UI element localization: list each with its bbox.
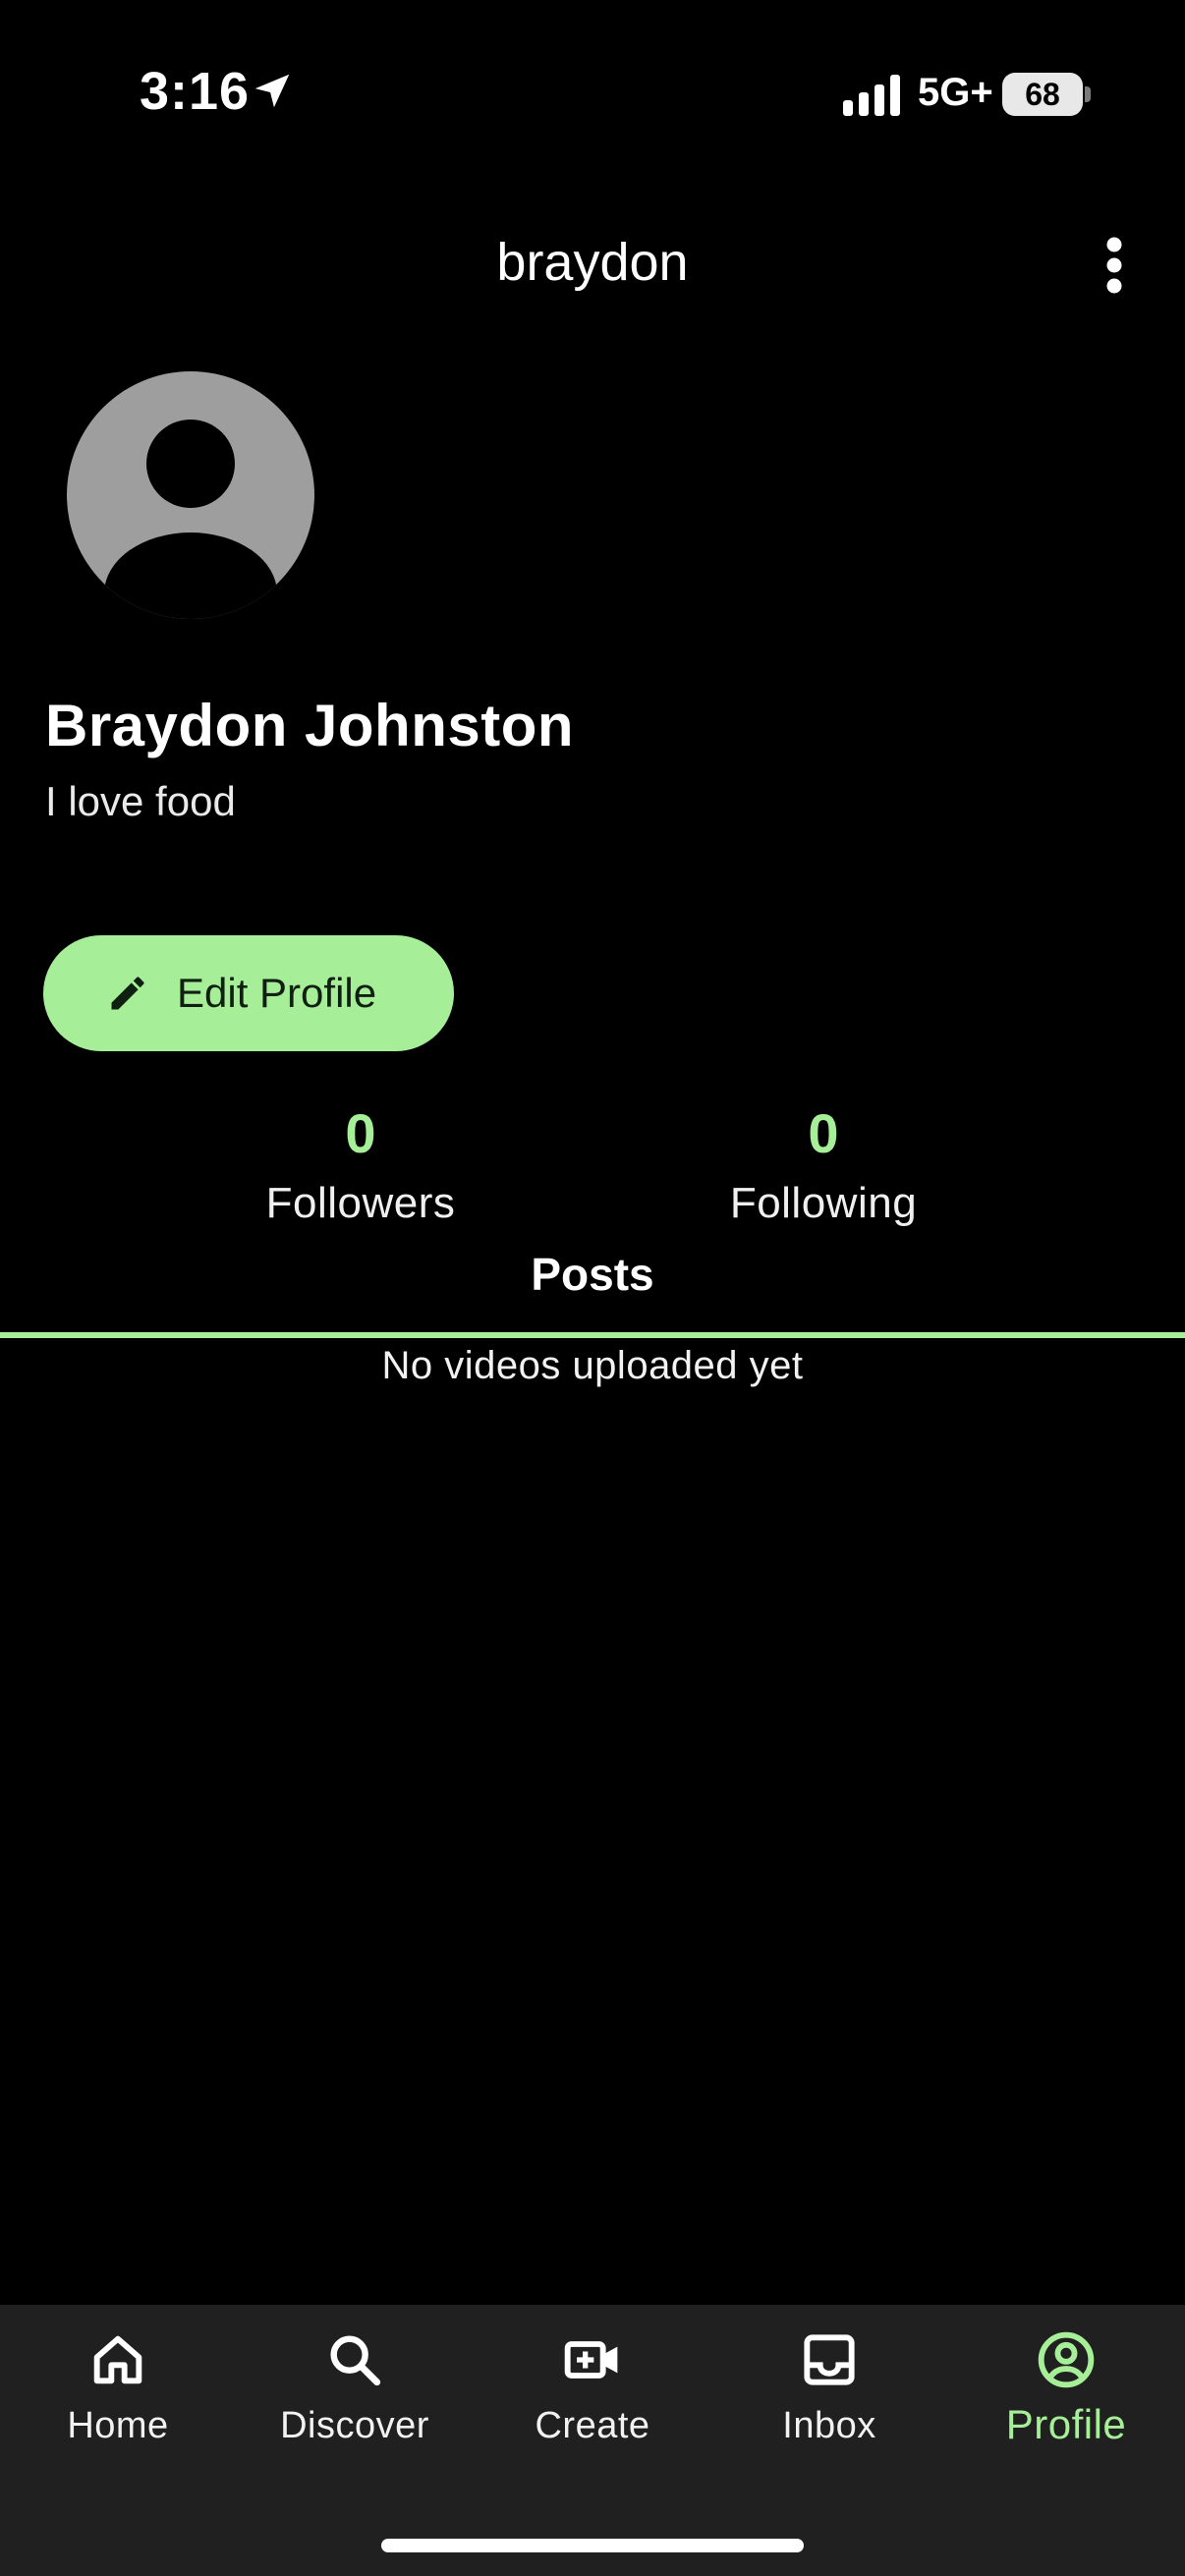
empty-state-message: No videos uploaded yet — [381, 1344, 804, 1387]
home-indicator[interactable] — [381, 2539, 804, 2552]
followers-stat[interactable]: 0 Followers — [203, 1098, 518, 1228]
nav-inbox[interactable]: Inbox — [721, 2328, 937, 2466]
tab-indicator — [0, 1332, 1185, 1338]
pencil-icon — [111, 977, 144, 1010]
followers-count: 0 — [345, 1102, 376, 1164]
nav-create-label: Create — [535, 2405, 650, 2446]
nav-home[interactable]: Home — [10, 2328, 226, 2466]
location-arrow-icon — [254, 74, 290, 108]
signal-icon — [843, 75, 900, 116]
nav-discover[interactable]: Discover — [247, 2328, 463, 2466]
default-avatar-icon[interactable] — [67, 371, 314, 619]
nav-profile[interactable]: Profile — [958, 2328, 1174, 2466]
following-count: 0 — [808, 1102, 839, 1164]
following-stat[interactable]: 0 Following — [666, 1098, 981, 1228]
username-title: braydon — [496, 233, 689, 292]
nav-create[interactable]: Create — [484, 2328, 701, 2466]
nav-profile-label: Profile — [1005, 2401, 1127, 2447]
status-time: 3:16 — [140, 62, 251, 121]
bio-text: I love food — [45, 778, 236, 824]
display-name: Braydon Johnston — [45, 693, 575, 758]
nav-discover-label: Discover — [280, 2405, 429, 2446]
edit-profile-label: Edit Profile — [177, 970, 377, 1016]
search-icon — [330, 2335, 381, 2386]
home-icon — [93, 2335, 142, 2384]
video-add-icon — [564, 2341, 618, 2379]
tab-posts[interactable]: Posts — [0, 1248, 1185, 1301]
inbox-icon — [804, 2334, 855, 2385]
following-label: Following — [729, 1179, 918, 1227]
battery-cap — [1085, 86, 1091, 102]
edit-profile-button[interactable]: Edit Profile — [43, 935, 454, 1051]
nav-home-label: Home — [67, 2405, 169, 2446]
profile-icon — [1038, 2331, 1095, 2388]
followers-label: Followers — [265, 1179, 456, 1227]
more-vertical-icon[interactable] — [1097, 236, 1132, 295]
network-type: 5G+ — [918, 71, 993, 114]
nav-inbox-label: Inbox — [782, 2405, 876, 2446]
battery-icon: 68 — [1002, 73, 1083, 116]
